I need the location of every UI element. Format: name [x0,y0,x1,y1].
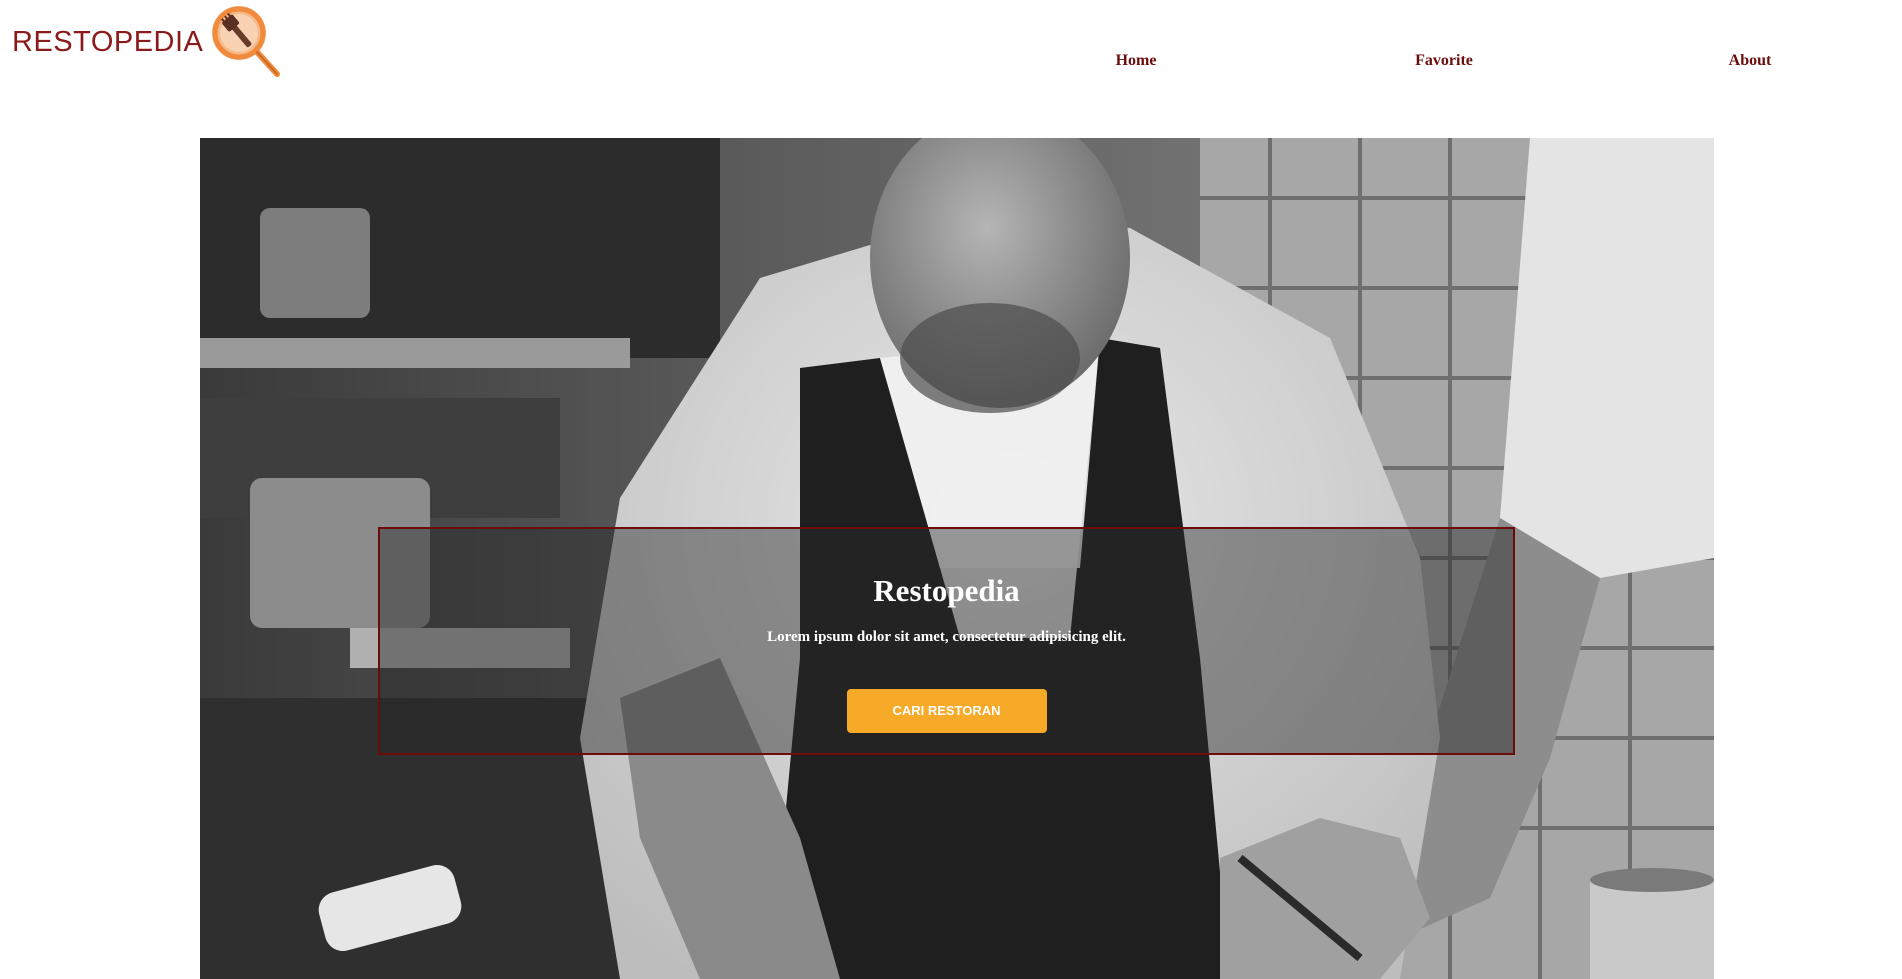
site-header: RESTOPEDIA Home Favorite About [0,0,1902,100]
nav-about-link[interactable]: About [1680,44,1820,78]
main-nav: Home Favorite About [0,44,1902,78]
app-root: RESTOPEDIA Home Favorite About Restopedi… [0,0,1902,979]
hero-section: Restopedia Lorem ipsum dolor sit amet, c… [200,138,1714,979]
hero-subtitle: Lorem ipsum dolor sit amet, consectetur … [767,629,1126,645]
hero-card: Restopedia Lorem ipsum dolor sit amet, c… [378,527,1515,755]
find-restaurant-button[interactable]: CARI RESTORAN [846,689,1047,733]
nav-home-link[interactable]: Home [1066,44,1206,78]
nav-favorite-link[interactable]: Favorite [1374,44,1514,78]
hero-title: Restopedia [873,573,1020,608]
